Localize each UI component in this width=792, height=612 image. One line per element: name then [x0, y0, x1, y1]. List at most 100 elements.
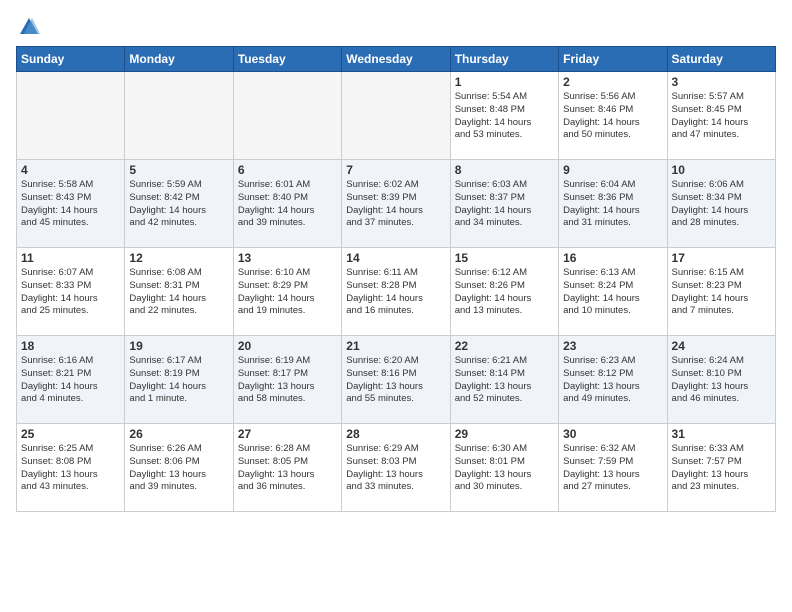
- calendar-cell: [17, 72, 125, 160]
- calendar-cell: 17Sunrise: 6:15 AM Sunset: 8:23 PM Dayli…: [667, 248, 775, 336]
- day-info: Sunrise: 6:28 AM Sunset: 8:05 PM Dayligh…: [238, 443, 337, 494]
- calendar-cell: 10 Sunrise: 6:06 AM Sunset: 8:34 PM Dayli…: [667, 160, 775, 248]
- calendar-cell: 12Sunrise: 6:08 AM Sunset: 8:31 PM Dayli…: [125, 248, 233, 336]
- day-info: Sunrise: 6:33 AM Sunset: 7:57 PM Dayligh…: [672, 443, 771, 494]
- calendar-cell: 1 Sunrise: 5:54 AM Sunset: 8:48 PM Daylig…: [450, 72, 558, 160]
- calendar-cell: 22 Sunrise: 6:21 AM Sunset: 8:14 PM Dayli…: [450, 336, 558, 424]
- calendar-week-3: 11 Sunrise: 6:07 AM Sunset: 8:33 PM Dayli…: [17, 248, 776, 336]
- day-info: Sunrise: 6:10 AM Sunset: 8:29 PM Dayligh…: [238, 267, 337, 318]
- calendar-header-wednesday: Wednesday: [342, 47, 450, 72]
- day-number: 11: [21, 251, 120, 265]
- calendar-week-4: 18Sunrise: 6:16 AM Sunset: 8:21 PM Dayli…: [17, 336, 776, 424]
- calendar-cell: 3 Sunrise: 5:57 AM Sunset: 8:45 PM Daylig…: [667, 72, 775, 160]
- day-info: Sunrise: 6:04 AM Sunset: 8:36 PM Dayligh…: [563, 179, 662, 230]
- calendar-cell: 18Sunrise: 6:16 AM Sunset: 8:21 PM Dayli…: [17, 336, 125, 424]
- day-number: 26: [129, 427, 228, 441]
- calendar-cell: 16 Sunrise: 6:13 AM Sunset: 8:24 PM Dayli…: [559, 248, 667, 336]
- calendar-header-monday: Monday: [125, 47, 233, 72]
- day-number: 22: [455, 339, 554, 353]
- calendar-header-saturday: Saturday: [667, 47, 775, 72]
- calendar-cell: 5 Sunrise: 5:59 AM Sunset: 8:42 PM Daylig…: [125, 160, 233, 248]
- day-info: Sunrise: 6:13 AM Sunset: 8:24 PM Dayligh…: [563, 267, 662, 318]
- calendar-cell: 9 Sunrise: 6:04 AM Sunset: 8:36 PM Daylig…: [559, 160, 667, 248]
- calendar-cell: 26 Sunrise: 6:26 AM Sunset: 8:06 PM Dayli…: [125, 424, 233, 512]
- day-info: Sunrise: 6:11 AM Sunset: 8:28 PM Dayligh…: [346, 267, 445, 318]
- day-info: Sunrise: 5:58 AM Sunset: 8:43 PM Dayligh…: [21, 179, 120, 230]
- calendar-cell: 23 Sunrise: 6:23 AM Sunset: 8:12 PM Dayli…: [559, 336, 667, 424]
- calendar-cell: 6 Sunrise: 6:01 AM Sunset: 8:40 PM Daylig…: [233, 160, 341, 248]
- day-number: 2: [563, 75, 662, 89]
- calendar-week-2: 4 Sunrise: 5:58 AM Sunset: 8:43 PM Daylig…: [17, 160, 776, 248]
- day-number: 6: [238, 163, 337, 177]
- day-number: 29: [455, 427, 554, 441]
- calendar-header-thursday: Thursday: [450, 47, 558, 72]
- day-info: Sunrise: 6:19 AM Sunset: 8:17 PM Dayligh…: [238, 355, 337, 406]
- day-info: Sunrise: 6:32 AM Sunset: 7:59 PM Dayligh…: [563, 443, 662, 494]
- calendar-cell: 24Sunrise: 6:24 AM Sunset: 8:10 PM Dayli…: [667, 336, 775, 424]
- day-number: 1: [455, 75, 554, 89]
- day-info: Sunrise: 6:06 AM Sunset: 8:34 PM Dayligh…: [672, 179, 771, 230]
- calendar-cell: 25 Sunrise: 6:25 AM Sunset: 8:08 PM Dayli…: [17, 424, 125, 512]
- day-info: Sunrise: 6:01 AM Sunset: 8:40 PM Dayligh…: [238, 179, 337, 230]
- day-info: Sunrise: 5:56 AM Sunset: 8:46 PM Dayligh…: [563, 91, 662, 142]
- day-info: Sunrise: 6:29 AM Sunset: 8:03 PM Dayligh…: [346, 443, 445, 494]
- day-info: Sunrise: 6:17 AM Sunset: 8:19 PM Dayligh…: [129, 355, 228, 406]
- calendar-week-1: 1 Sunrise: 5:54 AM Sunset: 8:48 PM Daylig…: [17, 72, 776, 160]
- day-info: Sunrise: 6:30 AM Sunset: 8:01 PM Dayligh…: [455, 443, 554, 494]
- day-number: 16: [563, 251, 662, 265]
- day-info: Sunrise: 6:20 AM Sunset: 8:16 PM Dayligh…: [346, 355, 445, 406]
- day-number: 24: [672, 339, 771, 353]
- day-info: Sunrise: 6:02 AM Sunset: 8:39 PM Dayligh…: [346, 179, 445, 230]
- day-number: 23: [563, 339, 662, 353]
- day-number: 14: [346, 251, 445, 265]
- day-number: 3: [672, 75, 771, 89]
- day-number: 31: [672, 427, 771, 441]
- day-info: Sunrise: 5:59 AM Sunset: 8:42 PM Dayligh…: [129, 179, 228, 230]
- day-info: Sunrise: 6:03 AM Sunset: 8:37 PM Dayligh…: [455, 179, 554, 230]
- day-info: Sunrise: 6:21 AM Sunset: 8:14 PM Dayligh…: [455, 355, 554, 406]
- calendar-header-sunday: Sunday: [17, 47, 125, 72]
- day-info: Sunrise: 6:08 AM Sunset: 8:31 PM Dayligh…: [129, 267, 228, 318]
- calendar-cell: 27 Sunrise: 6:28 AM Sunset: 8:05 PM Dayli…: [233, 424, 341, 512]
- calendar-header-tuesday: Tuesday: [233, 47, 341, 72]
- day-number: 5: [129, 163, 228, 177]
- calendar-cell: 13 Sunrise: 6:10 AM Sunset: 8:29 PM Dayli…: [233, 248, 341, 336]
- day-info: Sunrise: 6:07 AM Sunset: 8:33 PM Dayligh…: [21, 267, 120, 318]
- calendar-cell: 2 Sunrise: 5:56 AM Sunset: 8:46 PM Daylig…: [559, 72, 667, 160]
- day-number: 13: [238, 251, 337, 265]
- calendar-cell: 8 Sunrise: 6:03 AM Sunset: 8:37 PM Daylig…: [450, 160, 558, 248]
- calendar-cell: [125, 72, 233, 160]
- calendar-week-5: 25 Sunrise: 6:25 AM Sunset: 8:08 PM Dayli…: [17, 424, 776, 512]
- day-info: Sunrise: 6:25 AM Sunset: 8:08 PM Dayligh…: [21, 443, 120, 494]
- day-number: 28: [346, 427, 445, 441]
- calendar-header-row: SundayMondayTuesdayWednesdayThursdayFrid…: [17, 47, 776, 72]
- day-number: 4: [21, 163, 120, 177]
- day-info: Sunrise: 6:15 AM Sunset: 8:23 PM Dayligh…: [672, 267, 771, 318]
- day-number: 9: [563, 163, 662, 177]
- calendar: SundayMondayTuesdayWednesdayThursdayFrid…: [16, 46, 776, 512]
- day-info: Sunrise: 5:57 AM Sunset: 8:45 PM Dayligh…: [672, 91, 771, 142]
- calendar-cell: 28 Sunrise: 6:29 AM Sunset: 8:03 PM Dayli…: [342, 424, 450, 512]
- calendar-cell: 15 Sunrise: 6:12 AM Sunset: 8:26 PM Dayli…: [450, 248, 558, 336]
- day-number: 27: [238, 427, 337, 441]
- day-number: 25: [21, 427, 120, 441]
- day-number: 10: [672, 163, 771, 177]
- day-number: 15: [455, 251, 554, 265]
- day-info: Sunrise: 6:23 AM Sunset: 8:12 PM Dayligh…: [563, 355, 662, 406]
- day-number: 30: [563, 427, 662, 441]
- day-info: Sunrise: 6:26 AM Sunset: 8:06 PM Dayligh…: [129, 443, 228, 494]
- calendar-cell: 29 Sunrise: 6:30 AM Sunset: 8:01 PM Dayli…: [450, 424, 558, 512]
- day-number: 7: [346, 163, 445, 177]
- day-number: 21: [346, 339, 445, 353]
- logo: [16, 16, 40, 38]
- day-number: 19: [129, 339, 228, 353]
- day-info: Sunrise: 5:54 AM Sunset: 8:48 PM Dayligh…: [455, 91, 554, 142]
- calendar-cell: 11 Sunrise: 6:07 AM Sunset: 8:33 PM Dayli…: [17, 248, 125, 336]
- calendar-cell: 7 Sunrise: 6:02 AM Sunset: 8:39 PM Daylig…: [342, 160, 450, 248]
- calendar-cell: 19 Sunrise: 6:17 AM Sunset: 8:19 PM Dayli…: [125, 336, 233, 424]
- day-info: Sunrise: 6:12 AM Sunset: 8:26 PM Dayligh…: [455, 267, 554, 318]
- day-number: 8: [455, 163, 554, 177]
- calendar-header-friday: Friday: [559, 47, 667, 72]
- calendar-cell: 30 Sunrise: 6:32 AM Sunset: 7:59 PM Dayli…: [559, 424, 667, 512]
- calendar-cell: [342, 72, 450, 160]
